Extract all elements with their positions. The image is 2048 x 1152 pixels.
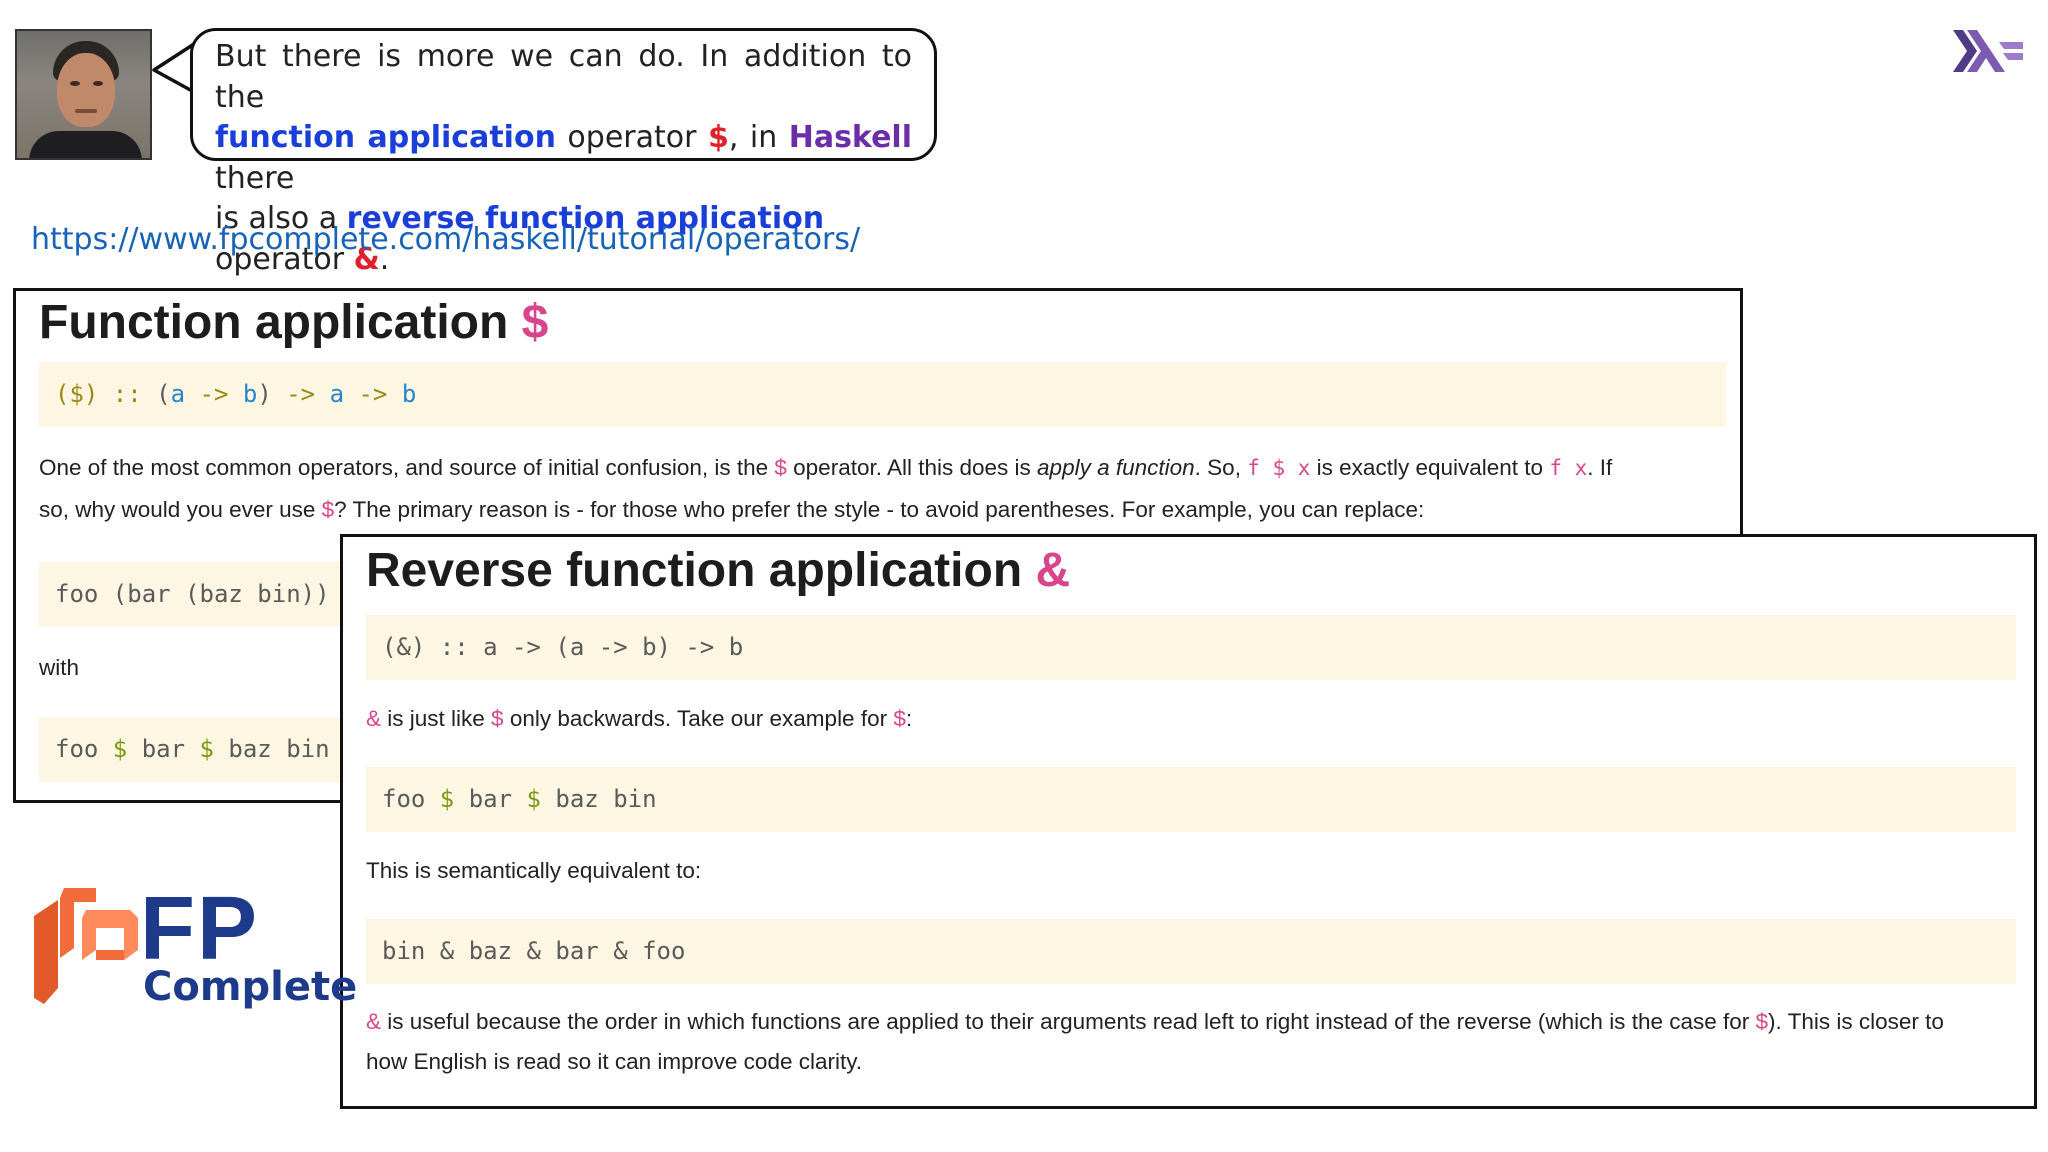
- bubble-line-2: function application operator $, in Hask…: [215, 120, 912, 196]
- reverse-function-application-heading: Reverse function application &: [366, 544, 1071, 597]
- complete-logo-wordmark: Complete: [143, 964, 358, 1010]
- equivalence-text: This is semantically equivalent to:: [366, 858, 702, 883]
- ampersand-intro: & is just like $ only backwards. Take ou…: [366, 706, 913, 731]
- presenter-avatar: [15, 29, 152, 160]
- bubble-line-1: But there is more we can do. In addition…: [215, 39, 912, 115]
- ampersand-type-signature: (&) :: a -> (a -> b) -> b: [366, 615, 2016, 680]
- ampersand-chain-example: bin & baz & bar & foo: [366, 919, 2016, 984]
- dollar-type-signature: ($) :: (a -> b) -> a -> b: [39, 362, 1726, 427]
- with-label: with: [39, 655, 80, 680]
- tutorial-link[interactable]: https://www.fpcomplete.com/haskell/tutor…: [31, 222, 860, 257]
- dollar-description: One of the most common operators, and so…: [39, 455, 1613, 522]
- dollar-chain-example-2: foo $ bar $ baz bin: [366, 767, 2016, 832]
- haskell-logo-icon: [1953, 30, 2023, 72]
- function-application-heading: Function application $: [39, 296, 549, 349]
- speech-bubble: But there is more we can do. In addition…: [190, 28, 937, 277]
- ampersand-usefulness: & is useful because the order in which f…: [366, 1009, 1944, 1074]
- fp-complete-logo-icon: [34, 888, 138, 1004]
- reverse-function-application-card: Reverse function application & (&) :: a …: [340, 534, 2037, 1109]
